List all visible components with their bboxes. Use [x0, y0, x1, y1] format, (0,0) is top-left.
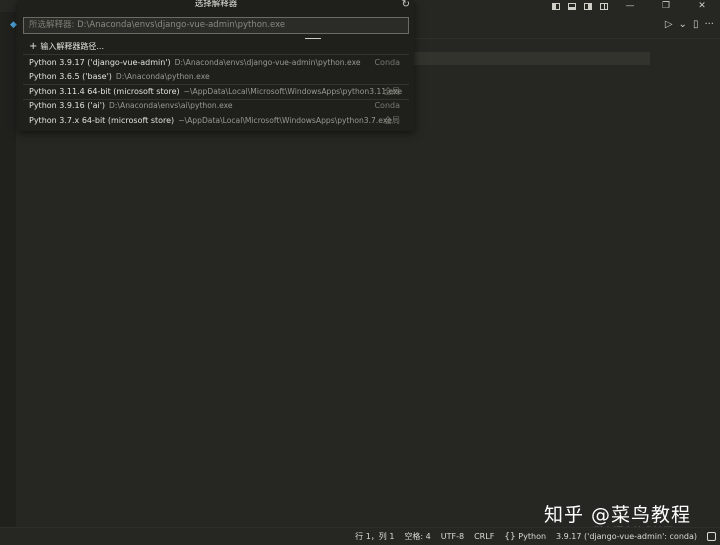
interpreter-search-input[interactable]: 所选解释器: D:\Anaconda\envs\django-vue-admin…: [23, 17, 409, 34]
interpreter-item[interactable]: Python 3.9.17 ('django-vue-admin') D:\Ana…: [23, 56, 409, 70]
quick-pick-title: 选择解释器: [194, 0, 238, 9]
interpreter-label: Python 3.7.x 64-bit (microsoft store): [29, 116, 175, 125]
title-bar-controls: — ❐ ✕: [548, 0, 720, 12]
interpreter-item[interactable]: Python 3.9.16 ('ai') D:\Anaconda\envs\ai\…: [23, 99, 409, 113]
language-mode[interactable]: {} Python: [504, 532, 546, 542]
interpreter-path: D:\Anaconda\envs\django-vue-admin\python…: [174, 58, 361, 67]
close-icon[interactable]: ✕: [684, 1, 720, 11]
refresh-icon[interactable]: ↻: [402, 0, 410, 10]
interpreter-tag: 全局: [384, 116, 400, 125]
more-actions-icon[interactable]: ···: [704, 19, 714, 30]
editor-actions: ▷ ⌄ ▯ ···: [665, 19, 714, 30]
enter-interpreter-path-item[interactable]: + 输入解释器路径...: [23, 40, 409, 54]
interpreter-label: Python 3.6.5 ('base'): [29, 72, 112, 81]
customize-layout-icon[interactable]: [598, 1, 610, 12]
run-icon[interactable]: ▷: [665, 19, 673, 30]
current-line-highlight: [410, 52, 650, 65]
interpreter-tag: Conda: [374, 58, 400, 67]
split-editor-icon[interactable]: ▯: [693, 19, 699, 30]
toggle-primary-sidebar-icon[interactable]: [550, 1, 562, 12]
interpreter-tag: Conda: [374, 101, 400, 110]
progress-indicator: [305, 38, 321, 39]
braces-icon: {}: [504, 531, 516, 542]
interpreter-path: ~\AppData\Local\Microsoft\WindowsApps\py…: [183, 87, 403, 96]
plus-icon: +: [29, 41, 38, 52]
interpreter-label: Python 3.9.17 ('django-vue-admin'): [29, 58, 171, 67]
chevron-down-icon[interactable]: ⌄: [679, 19, 687, 30]
interpreter-label: Python 3.11.4 64-bit (microsoft store): [29, 87, 180, 96]
activity-bar: [0, 12, 16, 527]
input-value: D:\Anaconda\envs\django-vue-admin\python…: [77, 20, 286, 30]
language-label: Python: [518, 531, 547, 541]
python-interpreter-status[interactable]: 3.9.17 ('django-vue-admin': conda): [556, 532, 697, 541]
encoding-setting[interactable]: UTF-8: [441, 532, 464, 541]
maximize-icon[interactable]: ❐: [648, 1, 684, 11]
input-placeholder: 所选解释器:: [29, 20, 75, 30]
eol-setting[interactable]: CRLF: [474, 532, 494, 541]
interpreter-tag: 全局: [384, 87, 400, 96]
interpreter-item[interactable]: Python 3.6.5 ('base') D:\Anaconda\python.…: [23, 70, 409, 84]
indentation-setting[interactable]: 空格: 4: [404, 531, 430, 542]
status-bar-items: 行 1，列 1 空格: 4 UTF-8 CRLF {} Python 3.9.1…: [355, 528, 716, 545]
enter-path-label: 输入解释器路径...: [40, 42, 105, 51]
python-file-icon[interactable]: ◆: [10, 20, 17, 30]
interpreter-label: Python 3.9.16 ('ai'): [29, 101, 106, 110]
interpreter-quick-pick: 选择解释器 ↻ 所选解释器: D:\Anaconda\envs\django-v…: [18, 0, 414, 131]
cursor-position[interactable]: 行 1，列 1: [355, 531, 394, 542]
interpreter-path: D:\Anaconda\python.exe: [115, 72, 210, 81]
toggle-panel-icon[interactable]: [566, 1, 578, 12]
interpreter-item[interactable]: Python 3.11.4 64-bit (microsoft store) ~\…: [23, 85, 409, 99]
status-bar: 行 1，列 1 空格: 4 UTF-8 CRLF {} Python 3.9.1…: [0, 527, 720, 545]
toggle-secondary-sidebar-icon[interactable]: [582, 1, 594, 12]
minimize-icon[interactable]: —: [612, 1, 648, 11]
interpreter-path: ~\AppData\Local\Microsoft\WindowsApps\py…: [178, 116, 392, 125]
interpreter-item[interactable]: Python 3.7.x 64-bit (microsoft store) ~\A…: [23, 114, 409, 128]
separator: [23, 54, 409, 55]
notifications-bell-icon[interactable]: [707, 532, 716, 541]
interpreter-path: D:\Anaconda\envs\ai\python.exe: [109, 101, 233, 110]
